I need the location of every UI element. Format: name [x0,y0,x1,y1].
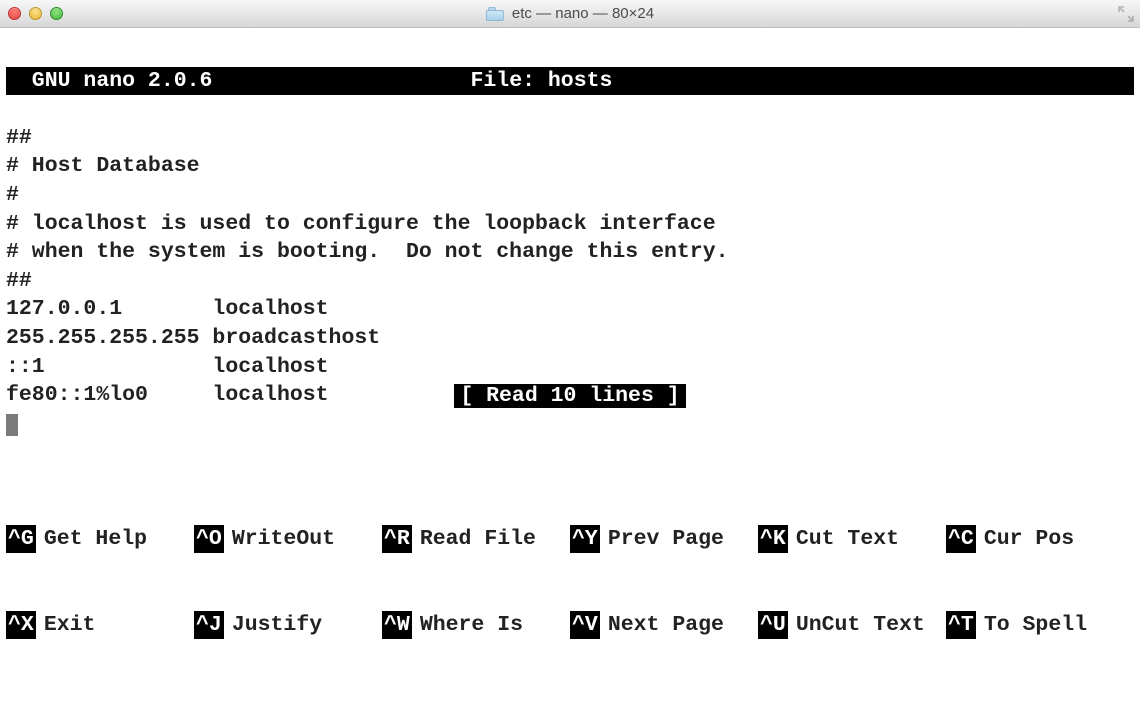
folder-icon [486,7,504,21]
help-item[interactable]: ^K Cut Text [758,525,946,554]
help-label: Read File [420,525,536,554]
help-item[interactable]: ^T To Spell [946,611,1134,640]
status-line: [ Read 10 lines ] [6,382,1134,411]
traffic-lights [8,7,63,20]
help-item[interactable]: ^W Where Is [382,611,570,640]
help-label: Exit [44,611,96,640]
help-label: Justify [232,611,322,640]
status-text: [ Read 10 lines ] [454,384,685,408]
help-item[interactable]: ^Y Prev Page [570,525,758,554]
fullscreen-icon[interactable] [1118,6,1134,22]
help-item[interactable]: ^J Justify [194,611,382,640]
help-key: ^G [6,525,36,554]
help-item[interactable]: ^X Exit [6,611,194,640]
help-item[interactable]: ^V Next Page [570,611,758,640]
help-key: ^J [194,611,224,640]
help-label: Cur Pos [984,525,1074,554]
help-key: ^V [570,611,600,640]
nano-file-label: File: hosts [470,69,612,93]
help-item[interactable]: ^C Cur Pos [946,525,1134,554]
window-title: etc — nano — 80×24 [486,5,654,22]
help-key: ^U [758,611,788,640]
help-label: To Spell [984,611,1087,640]
help-label: UnCut Text [796,611,925,640]
help-key: ^X [6,611,36,640]
help-item[interactable]: ^O WriteOut [194,525,382,554]
help-item[interactable]: ^R Read File [382,525,570,554]
help-key: ^R [382,525,412,554]
help-label: Get Help [44,525,147,554]
help-label: Prev Page [608,525,724,554]
zoom-icon[interactable] [50,7,63,20]
help-key: ^C [946,525,976,554]
nano-version: GNU nano 2.0.6 [6,69,212,93]
help-label: Where Is [420,611,523,640]
help-key: ^Y [570,525,600,554]
help-key: ^K [758,525,788,554]
window-title-text: etc — nano — 80×24 [512,5,654,22]
window-titlebar: etc — nano — 80×24 [0,0,1140,28]
help-key: ^O [194,525,224,554]
help-item[interactable]: ^U UnCut Text [758,611,946,640]
help-label: Next Page [608,611,724,640]
help-label: Cut Text [796,525,899,554]
help-key: ^T [946,611,976,640]
close-icon[interactable] [8,7,21,20]
help-label: WriteOut [232,525,335,554]
minimize-icon[interactable] [29,7,42,20]
help-bar: ^G Get Help ^O WriteOut ^R Read File ^Y Prev Pa… [6,468,1134,697]
help-item[interactable]: ^G Get Help [6,525,194,554]
help-key: ^W [382,611,412,640]
nano-header: GNU nano 2.0.6 File: hosts [6,67,1134,96]
nano-footer: [ Read 10 lines ] ^G Get Help ^O WriteOut ^R… [6,325,1134,725]
